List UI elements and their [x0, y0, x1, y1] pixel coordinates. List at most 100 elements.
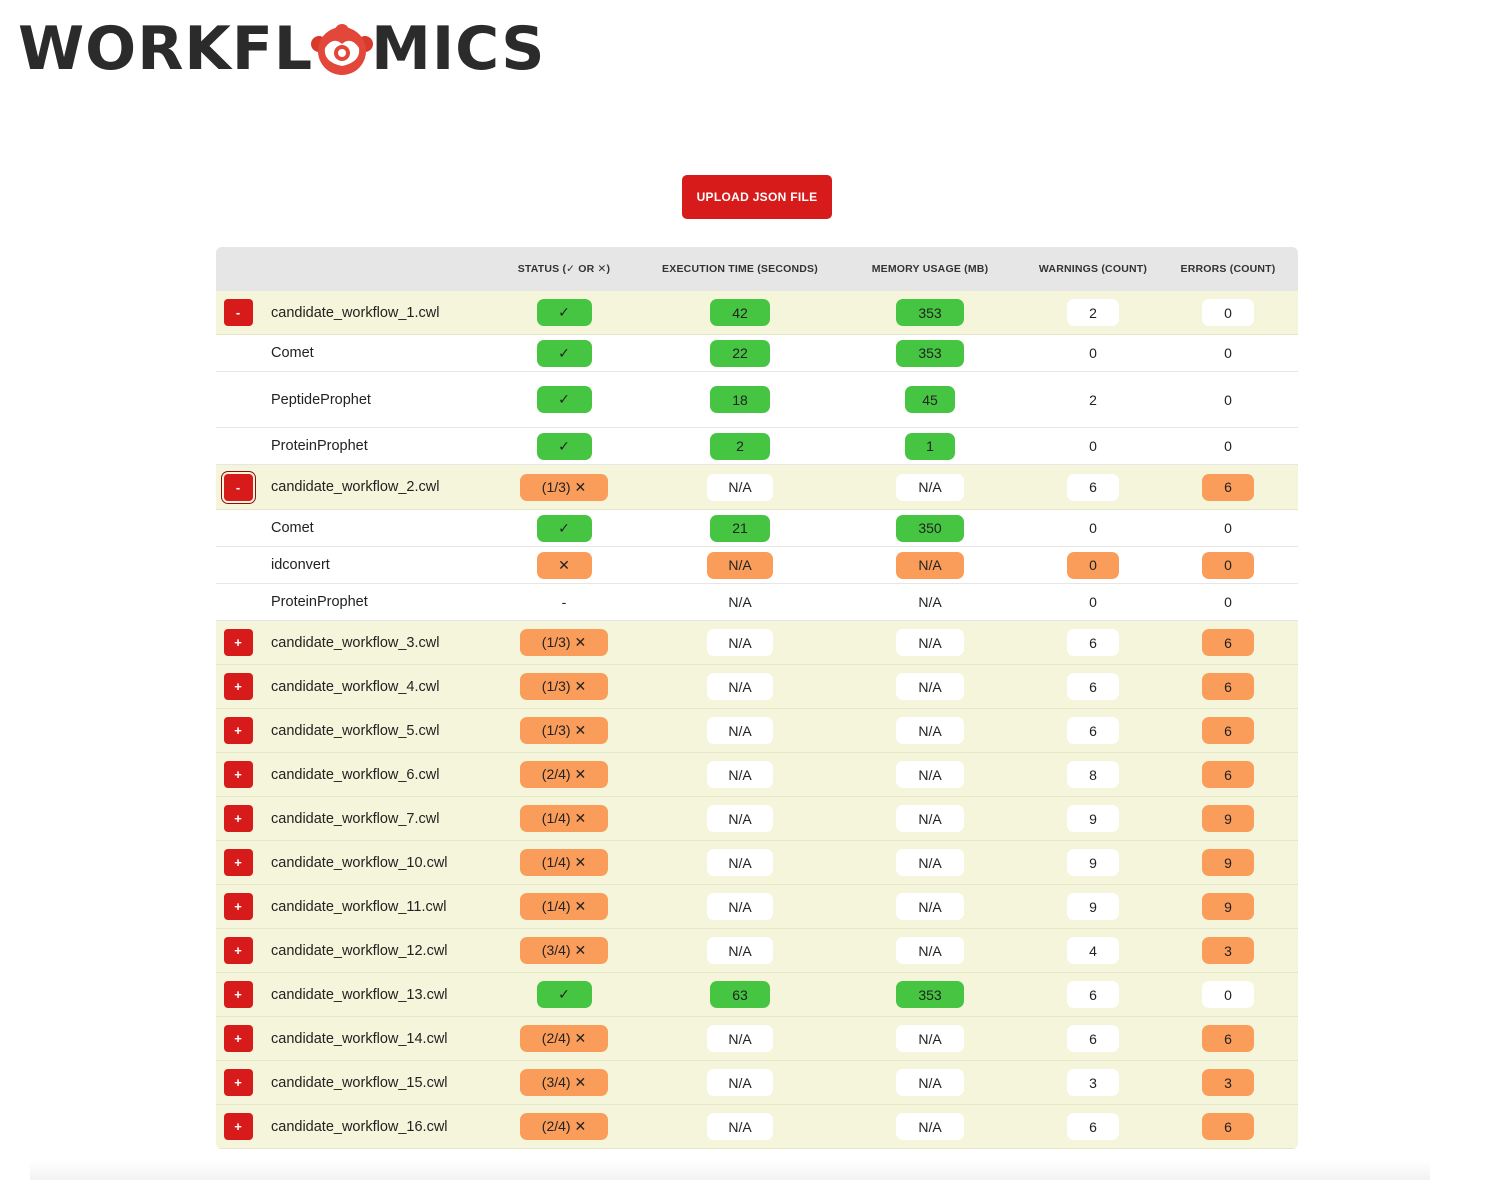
execution-time-cell: N/A [648, 893, 832, 920]
errors-count-badge: 0 [1224, 345, 1232, 361]
status-badge: (2/4) ✕ [520, 761, 608, 788]
expand-button[interactable]: + [223, 1113, 253, 1140]
errors-count-cell: 0 [1158, 299, 1298, 326]
memory-usage-badge: N/A [896, 1113, 964, 1140]
workflow-results-table: STATUS (✓ OR ✕) EXECUTION TIME (SECONDS)… [216, 247, 1298, 1149]
toggle-cell: + [216, 673, 260, 700]
header-status: STATUS (✓ OR ✕) [517, 263, 611, 275]
memory-usage-badge: N/A [896, 893, 964, 920]
memory-usage-badge: N/A [918, 594, 942, 610]
execution-time-cell: N/A [648, 849, 832, 876]
memory-usage-badge: N/A [896, 1069, 964, 1096]
workflow-row: - candidate_workflow_2.cwl (1/3) ✕ N/A N/A 6 6 [216, 465, 1298, 510]
warnings-count-cell: 9 [1028, 849, 1158, 876]
memory-usage-cell: N/A [832, 805, 1028, 832]
header-memory-usage: MEMORY USAGE (MB) [871, 263, 989, 275]
workflow-name: candidate_workflow_15.cwl [271, 1074, 448, 1091]
expand-button[interactable]: + [223, 761, 253, 788]
execution-time-badge: N/A [707, 1113, 773, 1140]
upload-json-file-button[interactable]: UPLOAD JSON FILE [682, 175, 832, 219]
execution-time-badge: N/A [707, 893, 773, 920]
errors-count-cell: 3 [1158, 1069, 1298, 1096]
warnings-count-cell: 6 [1028, 629, 1158, 656]
status-badge: ✓ [536, 432, 592, 460]
collapse-button[interactable]: - [223, 473, 253, 501]
errors-count-cell: 6 [1158, 1113, 1298, 1140]
execution-time-cell: 42 [648, 299, 832, 326]
execution-time-cell: N/A [648, 717, 832, 744]
errors-count-cell: 0 [1158, 981, 1298, 1008]
errors-count-badge: 3 [1202, 1069, 1254, 1096]
warnings-count-cell: 6 [1028, 1113, 1158, 1140]
expand-button[interactable]: + [223, 981, 253, 1008]
execution-time-cell: N/A [648, 629, 832, 656]
execution-time-badge: N/A [707, 629, 773, 656]
errors-count-cell: 9 [1158, 805, 1298, 832]
memory-usage-badge: 45 [905, 386, 955, 413]
toggle-cell: + [216, 761, 260, 788]
workflow-name: candidate_workflow_11.cwl [271, 898, 447, 915]
errors-count-badge: 0 [1224, 391, 1232, 408]
workflow-row: + candidate_workflow_5.cwl (1/3) ✕ N/A N/A 6 6 [216, 709, 1298, 753]
collapse-button[interactable]: - [223, 299, 253, 326]
warnings-count-badge: 3 [1067, 1069, 1119, 1096]
workflow-row: + candidate_workflow_15.cwl (3/4) ✕ N/A N/A 3… [216, 1061, 1298, 1105]
errors-count-cell: 6 [1158, 717, 1298, 744]
warnings-count-cell: 4 [1028, 937, 1158, 964]
expand-button[interactable]: + [223, 893, 253, 920]
execution-time-cell: N/A [648, 673, 832, 700]
errors-count-cell: 0 [1158, 386, 1298, 413]
toggle-cell: + [216, 893, 260, 920]
expand-button[interactable]: + [223, 629, 253, 656]
warnings-count-cell: 3 [1028, 1069, 1158, 1096]
step-name: idconvert [271, 557, 330, 573]
execution-time-badge: N/A [707, 849, 773, 876]
errors-count-badge: 0 [1224, 594, 1232, 610]
step-row: Comet ✓ 21 350 0 0 [216, 510, 1298, 547]
memory-usage-badge: 353 [896, 981, 964, 1008]
toggle-cell: + [216, 1069, 260, 1096]
errors-count-cell: 6 [1158, 1025, 1298, 1052]
memory-usage-cell: 353 [832, 299, 1028, 326]
warnings-count-badge: 2 [1067, 299, 1119, 326]
warnings-count-badge: 0 [1089, 438, 1097, 454]
warnings-count-badge: 0 [1089, 594, 1097, 610]
errors-count-badge: 9 [1202, 849, 1254, 876]
memory-usage-badge: N/A [896, 937, 964, 964]
warnings-count-badge: 6 [1067, 473, 1119, 501]
workflow-row: + candidate_workflow_3.cwl (1/3) ✕ N/A N/A 6 6 [216, 621, 1298, 665]
memory-usage-badge: 1 [905, 432, 955, 460]
toggle-cell: + [216, 1025, 260, 1052]
workflow-row: + candidate_workflow_12.cwl (3/4) ✕ N/A N/A 4… [216, 929, 1298, 973]
expand-button[interactable]: + [223, 937, 253, 964]
expand-button[interactable]: + [223, 1025, 253, 1052]
execution-time-badge: N/A [728, 594, 752, 610]
execution-time-cell: N/A [648, 1113, 832, 1140]
memory-usage-badge: N/A [896, 805, 964, 832]
memory-usage-badge: N/A [896, 473, 964, 501]
workflow-name: candidate_workflow_16.cwl [271, 1118, 448, 1135]
expand-button[interactable]: + [223, 805, 253, 832]
expand-button[interactable]: + [223, 717, 253, 744]
errors-count-badge: 6 [1202, 1113, 1254, 1140]
warnings-count-badge: 8 [1067, 761, 1119, 788]
expand-button[interactable]: + [223, 1069, 253, 1096]
memory-usage-cell: N/A [832, 717, 1028, 744]
warnings-count-badge: 9 [1067, 805, 1119, 832]
toggle-cell: + [216, 629, 260, 656]
step-row: idconvert ✕ N/A N/A 0 0 [216, 547, 1298, 584]
workflomics-logo: WORKFL MICS [18, 18, 546, 80]
memory-usage-cell: N/A [832, 673, 1028, 700]
status-cell: (3/4) ✕ [480, 1069, 648, 1096]
errors-count-badge: 6 [1202, 629, 1254, 656]
status-cell: (2/4) ✕ [480, 1113, 648, 1140]
expand-button[interactable]: + [223, 673, 253, 700]
execution-time-badge: N/A [707, 673, 773, 700]
workflow-row: + candidate_workflow_4.cwl (1/3) ✕ N/A N/A 6 6 [216, 665, 1298, 709]
execution-time-badge: N/A [707, 1069, 773, 1096]
status-badge: (2/4) ✕ [520, 1113, 608, 1140]
toggle-cell: + [216, 849, 260, 876]
errors-count-cell: 0 [1158, 340, 1298, 367]
memory-usage-cell: 350 [832, 514, 1028, 542]
expand-button[interactable]: + [223, 849, 253, 876]
